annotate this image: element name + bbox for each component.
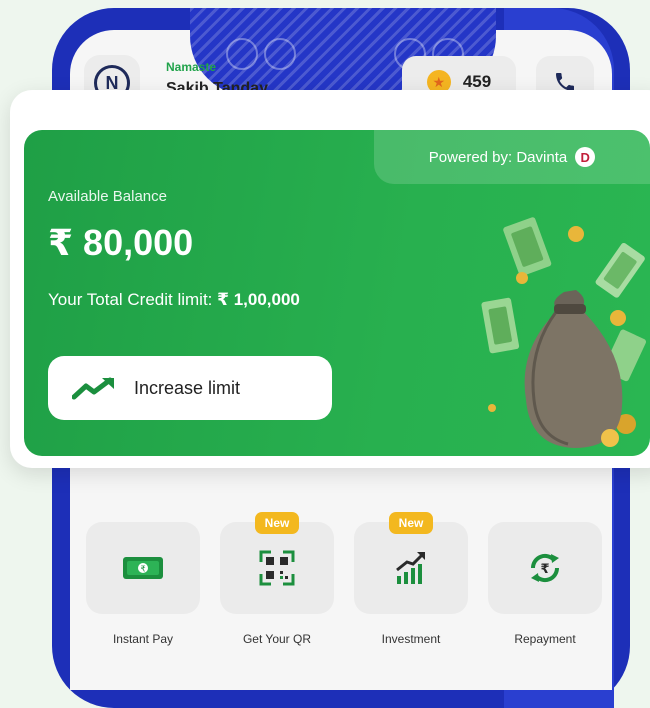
investment-tile[interactable] <box>354 522 468 614</box>
qr-code-icon <box>259 550 295 586</box>
instant-pay-label: Instant Pay <box>112 632 174 646</box>
quick-action-investment[interactable]: Investment <box>354 522 468 646</box>
growth-chart-icon <box>396 552 425 584</box>
powered-by-tag: Powered by: Davinta D <box>374 130 650 184</box>
balance-amount: ₹ 80,000 <box>48 222 194 263</box>
quick-action-instant-pay[interactable]: ₹ Instant Pay <box>86 522 200 646</box>
new-badge-investment: New <box>389 512 433 534</box>
money-bag-illustration <box>481 217 647 448</box>
greeting-text: Namaste <box>166 60 217 74</box>
camera-icon <box>264 38 296 70</box>
repayment-tile[interactable]: ₹ <box>488 522 602 614</box>
davinta-logo-icon: D <box>575 147 596 167</box>
banknote-icon: ₹ <box>123 557 163 579</box>
repayment-label: Repayment <box>514 632 576 646</box>
available-balance-label: Available Balance <box>48 188 167 205</box>
rupee-refresh-icon: ₹ <box>530 553 560 583</box>
camera-icon <box>226 38 258 70</box>
increase-limit-label: Increase limit <box>134 377 241 398</box>
quick-actions: ₹ Instant Pay Get Your QR New Investment… <box>70 470 612 660</box>
trending-up-icon <box>72 377 114 400</box>
credit-limit-value: ₹ 1,00,000 <box>217 290 300 309</box>
instant-pay-tile[interactable]: ₹ <box>86 522 200 614</box>
investment-label: Investment <box>381 632 441 646</box>
quick-action-get-qr[interactable]: Get Your QR <box>220 522 334 646</box>
coins-count: 459 <box>462 72 492 91</box>
svg-text:₹: ₹ <box>540 562 549 577</box>
get-qr-label: Get Your QR <box>242 632 312 646</box>
new-badge-qr: New <box>255 512 299 534</box>
credit-limit-label: Your Total Credit limit: <box>48 290 218 309</box>
balance-card: Powered by: Davinta D Available Balance … <box>24 130 650 456</box>
powered-by-text: Powered by: Davinta <box>428 148 568 166</box>
increase-limit-button[interactable]: Increase limit <box>48 356 332 420</box>
get-qr-tile[interactable] <box>220 522 334 614</box>
svg-text:₹: ₹ <box>140 565 145 574</box>
credit-limit-text: Your Total Credit limit: ₹ 1,00,000 <box>48 290 300 310</box>
quick-action-repayment[interactable]: ₹ Repayment <box>488 522 602 646</box>
